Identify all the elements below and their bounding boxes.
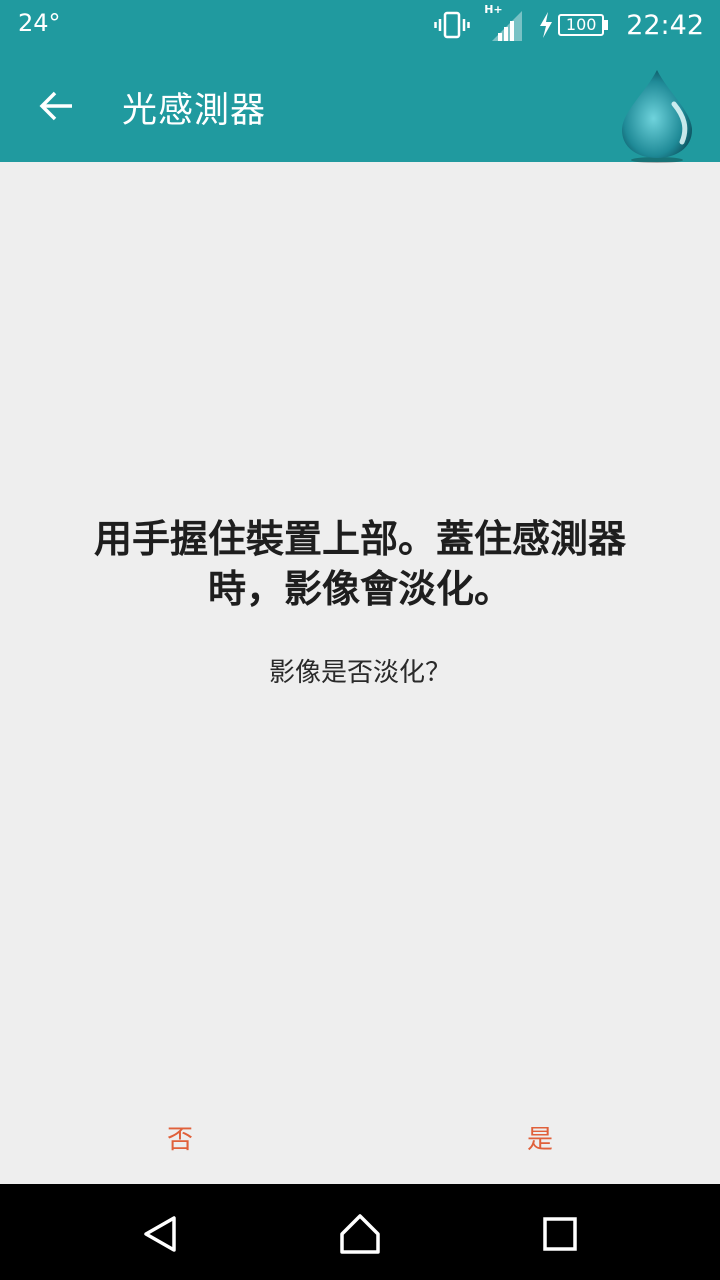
instruction-text: 用手握住裝置上部。蓋住感測器 時，影像會淡化。 (40, 514, 680, 614)
temperature-readout: 24° (18, 9, 61, 37)
instruction-line-2: 時，影像會淡化。 (207, 567, 512, 611)
nav-back-button[interactable] (130, 1204, 190, 1264)
charging-icon (540, 12, 553, 38)
triangle-back-icon (144, 1216, 176, 1252)
nav-recent-button[interactable] (530, 1204, 590, 1264)
content-area: 用手握住裝置上部。蓋住感測器 時，影像會淡化。 影像是否淡化？ 否 是 (0, 162, 720, 1184)
nav-home-button[interactable] (330, 1204, 390, 1264)
yes-button[interactable]: 是 (450, 1092, 630, 1182)
no-button[interactable]: 否 (90, 1092, 270, 1182)
instruction-line-1: 用手握住裝置上部。蓋住感測器 (93, 517, 626, 561)
clock: 22:42 (626, 9, 704, 41)
page-title: 光感測器 (122, 91, 267, 131)
question-text: 影像是否淡化？ (268, 658, 451, 688)
arrow-left-icon (39, 91, 72, 121)
battery-tip (604, 20, 609, 30)
back-button[interactable] (26, 78, 86, 134)
app-bar: 光感測器 (0, 50, 720, 163)
status-icons: H+ 100 22:42 (434, 0, 704, 50)
water-drop-icon (622, 70, 692, 163)
vibrate-icon (434, 11, 470, 39)
navigation-bar (0, 1184, 720, 1280)
square-recent-icon (543, 1217, 577, 1251)
status-bar: 24° H+ 100 22:42 (0, 0, 720, 50)
home-icon (340, 1214, 380, 1254)
battery-indicator: 100 (538, 12, 609, 38)
signal-icon: H+ (484, 3, 524, 45)
battery-level: 100 (558, 14, 605, 36)
